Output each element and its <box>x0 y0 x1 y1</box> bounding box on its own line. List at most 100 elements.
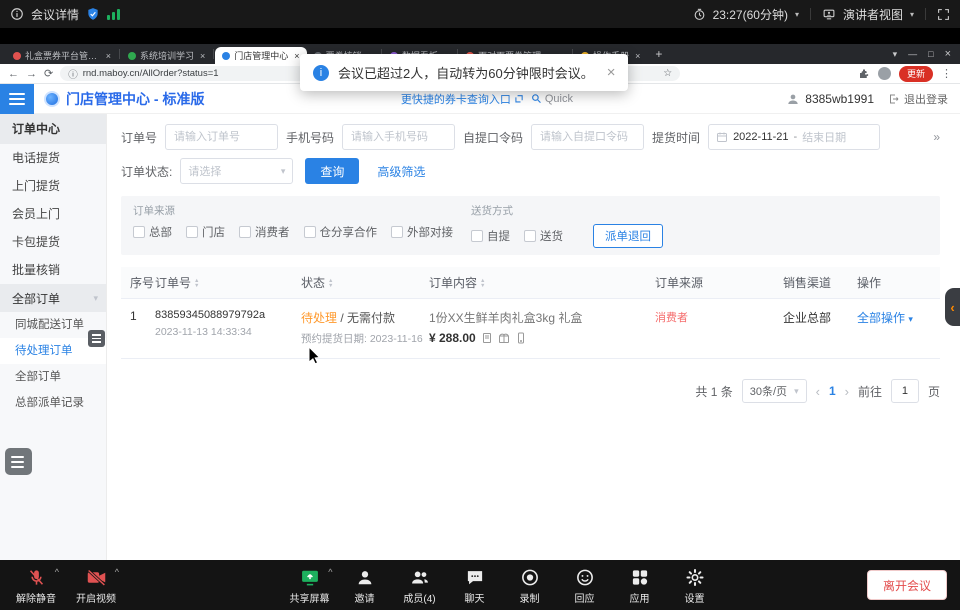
collapse-panel-icon[interactable]: » <box>933 130 940 144</box>
user-account[interactable]: 8385wb1991 <box>786 92 874 106</box>
checkbox-option-self-pickup[interactable]: 自提 <box>471 228 510 244</box>
order-number[interactable]: 83859345088979792a <box>155 309 301 321</box>
share-options-caret-icon[interactable]: ^ <box>328 567 332 577</box>
bookmark-star-icon[interactable]: ☆ <box>663 68 672 79</box>
view-mode-caret-icon[interactable]: ▾ <box>910 10 914 19</box>
goto-page-input[interactable] <box>891 379 919 403</box>
checkbox-option-delivery[interactable]: 送货 <box>524 228 563 244</box>
meeting-details-label[interactable]: 会议详情 <box>31 6 79 23</box>
checkbox-icon[interactable] <box>524 230 536 242</box>
checkbox-icon[interactable] <box>186 226 198 238</box>
receipt-icon[interactable] <box>481 332 493 344</box>
checkbox-icon[interactable] <box>471 230 483 242</box>
checkbox-icon[interactable] <box>239 226 251 238</box>
new-tab-button[interactable]: + <box>655 47 662 61</box>
tab-close-icon[interactable]: × <box>294 51 299 61</box>
shield-check-icon[interactable] <box>86 7 100 21</box>
coupon-query-entry-link[interactable]: 更快捷的券卡查询入口 <box>401 91 524 107</box>
order-no-input[interactable] <box>165 124 278 150</box>
extensions-puzzle-icon[interactable] <box>858 68 870 80</box>
tab-search-icon[interactable]: ▾ <box>893 49 898 60</box>
phone-input[interactable] <box>342 124 455 150</box>
sidebar-item-door-pickup[interactable]: 上门提货 <box>0 172 106 200</box>
gift-icon[interactable] <box>498 332 510 344</box>
tab-close-icon[interactable]: × <box>106 51 111 61</box>
site-info-icon[interactable]: ⓘ <box>68 67 78 81</box>
mute-options-caret-icon[interactable]: ^ <box>55 567 59 577</box>
quick-search-link[interactable]: Quick <box>531 93 573 105</box>
browser-profile-avatar[interactable] <box>878 67 891 80</box>
phone-icon[interactable] <box>515 332 527 344</box>
checkbox-option-consumer[interactable]: 消费者 <box>239 224 290 240</box>
sidebar-item-phone-pickup[interactable]: 电话提货 <box>0 144 106 172</box>
invite-button[interactable]: 邀请 <box>339 566 391 605</box>
logout-button[interactable]: 退出登录 <box>888 91 948 107</box>
tab-close-icon[interactable]: × <box>200 51 205 61</box>
cell-content: 1份XX生鲜羊肉礼盒3kg 礼盒 ¥ 288.00 <box>429 309 655 345</box>
all-actions-dropdown[interactable]: 全部操作 ▾ <box>857 311 913 325</box>
browser-tab-active[interactable]: 门店管理中心 × <box>215 47 306 64</box>
tab-close-icon[interactable]: × <box>635 51 640 61</box>
advanced-filter-link[interactable]: 高级筛选 <box>377 163 425 180</box>
timer-caret-icon[interactable]: ▾ <box>795 10 799 19</box>
window-maximize-button[interactable]: □ <box>928 49 933 59</box>
video-options-caret-icon[interactable]: ^ <box>115 567 119 577</box>
view-mode-label[interactable]: 演讲者视图 <box>843 6 903 23</box>
members-button[interactable]: 成员(4) <box>394 566 446 605</box>
mute-button[interactable]: 解除静音 ^ <box>10 566 62 605</box>
browser-tab[interactable]: 系统培训学习 × <box>121 47 212 64</box>
current-page[interactable]: 1 <box>829 384 836 398</box>
view-mode-icon <box>822 8 836 21</box>
pickup-code-input[interactable] <box>531 124 644 150</box>
checkbox-option-hq[interactable]: 总部 <box>133 224 172 240</box>
reload-icon[interactable]: ⟳ <box>44 67 53 80</box>
record-button[interactable]: 录制 <box>504 566 556 605</box>
checkbox-option-warehouse-share[interactable]: 仓分享合作 <box>304 224 378 240</box>
side-drawer-handle[interactable]: ‹ <box>945 288 960 326</box>
apps-button[interactable]: 应用 <box>614 566 666 605</box>
sidebar-item-member-visit[interactable]: 会员上门 <box>0 200 106 228</box>
browser-tab[interactable]: 礼盒票券平台管理中心 × <box>6 47 118 64</box>
chat-button[interactable]: 聊天 <box>449 566 501 605</box>
window-close-button[interactable]: × <box>945 48 951 60</box>
sidebar-drag-handle[interactable] <box>88 330 105 347</box>
sidebar-item-hq-dispatch-records[interactable]: 总部派单记录 <box>0 390 106 416</box>
checkbox-icon[interactable] <box>391 226 403 238</box>
tab-title: 礼盒票券平台管理中心 <box>25 49 100 62</box>
network-signal-icon[interactable] <box>107 8 120 20</box>
forward-icon[interactable]: → <box>26 68 37 80</box>
sidebar-item-card-pickup[interactable]: 卡包提货 <box>0 228 106 256</box>
back-icon[interactable]: ← <box>8 68 19 80</box>
sidebar-group-all-orders[interactable]: 全部订单 ▾ <box>0 284 106 312</box>
next-page-icon[interactable]: › <box>845 384 849 399</box>
sidebar-item-batch-verify[interactable]: 批量核销 <box>0 256 106 284</box>
share-screen-button[interactable]: 共享屏幕 ^ <box>284 566 336 605</box>
dispatch-return-button[interactable]: 派单退回 <box>593 224 663 248</box>
col-content[interactable]: 订单内容▲▼ <box>429 274 655 291</box>
tab-favicon <box>222 52 230 60</box>
leave-meeting-button[interactable]: 离开会议 <box>867 570 947 600</box>
video-button[interactable]: 开启视频 ^ <box>70 566 122 605</box>
info-icon[interactable] <box>10 7 24 21</box>
order-status-select[interactable]: 请选择 ▾ <box>180 158 293 184</box>
prev-page-icon[interactable]: ‹ <box>816 384 820 399</box>
toast-close-icon[interactable]: × <box>607 64 616 81</box>
date-range-picker[interactable]: 2022-11-21 - 结束日期 <box>708 124 880 150</box>
checkbox-option-external[interactable]: 外部对接 <box>391 224 453 240</box>
floating-list-button[interactable] <box>5 448 32 475</box>
sidebar-item-all-orders[interactable]: 全部订单 <box>0 364 106 390</box>
page-size-select[interactable]: 30条/页 ▾ <box>742 379 807 403</box>
search-button[interactable]: 查询 <box>305 158 359 184</box>
browser-update-button[interactable]: 更新 <box>899 66 933 82</box>
settings-button[interactable]: 设置 <box>669 566 721 605</box>
reaction-button[interactable]: 回应 <box>559 566 611 605</box>
window-minimize-button[interactable]: — <box>908 49 917 59</box>
col-status[interactable]: 状态▲▼ <box>301 274 429 291</box>
checkbox-icon[interactable] <box>133 226 145 238</box>
browser-menu-kebab-icon[interactable]: ⋮ <box>941 67 952 80</box>
menu-hamburger-button[interactable] <box>0 84 34 114</box>
checkbox-option-store[interactable]: 门店 <box>186 224 225 240</box>
checkbox-icon[interactable] <box>304 226 316 238</box>
col-order-no[interactable]: 订单号▲▼ <box>155 274 301 291</box>
fullscreen-icon[interactable] <box>937 8 950 21</box>
